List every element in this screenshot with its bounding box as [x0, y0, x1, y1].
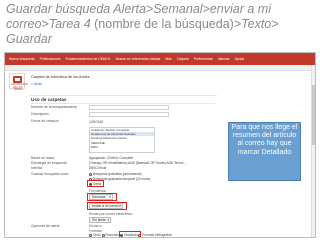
name-label: Nombre de la búsqueda/alerta — [31, 105, 77, 109]
save-option-permanent[interactable]: Búsqueda guardada (permanente) — [89, 172, 142, 176]
divider — [31, 103, 215, 104]
description-label: Descripción — [31, 112, 49, 116]
university-logo: UNIVERSIDAD DE LOS ANDES — [9, 73, 29, 92]
logo-mark-icon — [13, 76, 22, 83]
strategy-value: (Therapy OR rehabilitation) AND (Basebal… — [89, 161, 186, 165]
nav-item[interactable]: Idiomas — [218, 57, 230, 61]
email-select[interactable]: Sin limite ▾ — [89, 217, 111, 223]
title-line3: Guardar — [6, 32, 52, 46]
scroll-thumb[interactable] — [312, 85, 315, 145]
library-name: Carpeta de biblioteca de los Andes — [31, 75, 90, 79]
title-part2: (nombre de la búsqueda) — [90, 17, 234, 31]
save-option-label: Búsqueda guardada (permanente) — [93, 172, 142, 176]
format-option-summary[interactable]: Resumen — [106, 233, 120, 237]
nav-item[interactable]: Preferencias — [194, 57, 213, 61]
email-option-value: Sin limite — [92, 218, 106, 222]
scrollbar[interactable] — [311, 65, 315, 237]
nav-item[interactable]: Buscar en referencias citadas — [116, 57, 161, 61]
description-field[interactable] — [89, 112, 169, 117]
callout-note: Para que nos llege el resumen del artícu… — [228, 122, 301, 181]
send-highlight — [87, 202, 127, 210]
subject-label: Enviar a — [89, 224, 102, 228]
alert-highlight — [87, 180, 104, 187]
database-listbox[interactable]: Academic Search Complete Cuadernos de Ci… — [89, 127, 155, 153]
nav-item[interactable]: Publicaciones — [40, 57, 61, 61]
logo-text: UNIVERSIDAD DE LOS ANDES — [11, 83, 29, 92]
chevron-down-icon: ▾ — [107, 218, 109, 222]
format-option-bibliographic[interactable]: Formato bibliográfico — [142, 233, 172, 237]
slide-title: Guardar búsqueda Alerta>Semanal>enviar a… — [6, 2, 314, 47]
database-option[interactable]: ERIC — [90, 145, 154, 149]
strategy-label: Estrategia de búsqueda — [31, 161, 67, 165]
interface-value: EBSCOhost — [89, 166, 107, 170]
top-navigation: Nueva búsqueda Publicaciones Encabezamie… — [5, 53, 315, 65]
detailed-highlight — [119, 231, 141, 237]
radio-icon — [89, 172, 92, 176]
library-header: UNIVERSIDAD DE LOS ANDES Carpeta de bibl… — [5, 71, 315, 91]
format-option-text[interactable]: Texto — [93, 233, 101, 237]
nav-item[interactable]: Carpeta — [177, 57, 189, 61]
interface-label: Interfaz — [31, 166, 43, 170]
nav-item[interactable]: Más — [165, 57, 171, 61]
nav-item[interactable]: Encabezamientos de CINAHL — [66, 57, 111, 61]
radio-icon — [89, 233, 92, 237]
databases-label: Bases de datos — [31, 156, 55, 160]
nav-item[interactable]: Nueva búsqueda — [9, 57, 35, 61]
back-link[interactable]: < Atrás — [31, 82, 42, 86]
name-field[interactable] — [89, 105, 169, 110]
radio-icon — [101, 233, 105, 237]
created-label: Fecha de creación — [31, 119, 59, 123]
title-italic2: >Texto> — [233, 17, 279, 31]
alert-options-label: Opciones de alerta — [31, 224, 60, 228]
nav-item[interactable]: Ayuda — [235, 57, 245, 61]
save-as-label: Guardar búsqueda como — [31, 172, 69, 176]
frequency-highlight — [87, 193, 117, 201]
databases-value: Agrupación: CINAHL Complete — [89, 156, 133, 160]
save-search-form: Uso de carpetas Nombre de la búsqueda/al… — [29, 95, 217, 237]
created-value: 12/6/2019 — [89, 120, 104, 124]
section-title: Uso de carpetas — [31, 97, 67, 102]
title-part1: Guardar búsqueda — [6, 2, 114, 16]
send-email-label: Enviar por correo electrónico — [89, 212, 133, 216]
